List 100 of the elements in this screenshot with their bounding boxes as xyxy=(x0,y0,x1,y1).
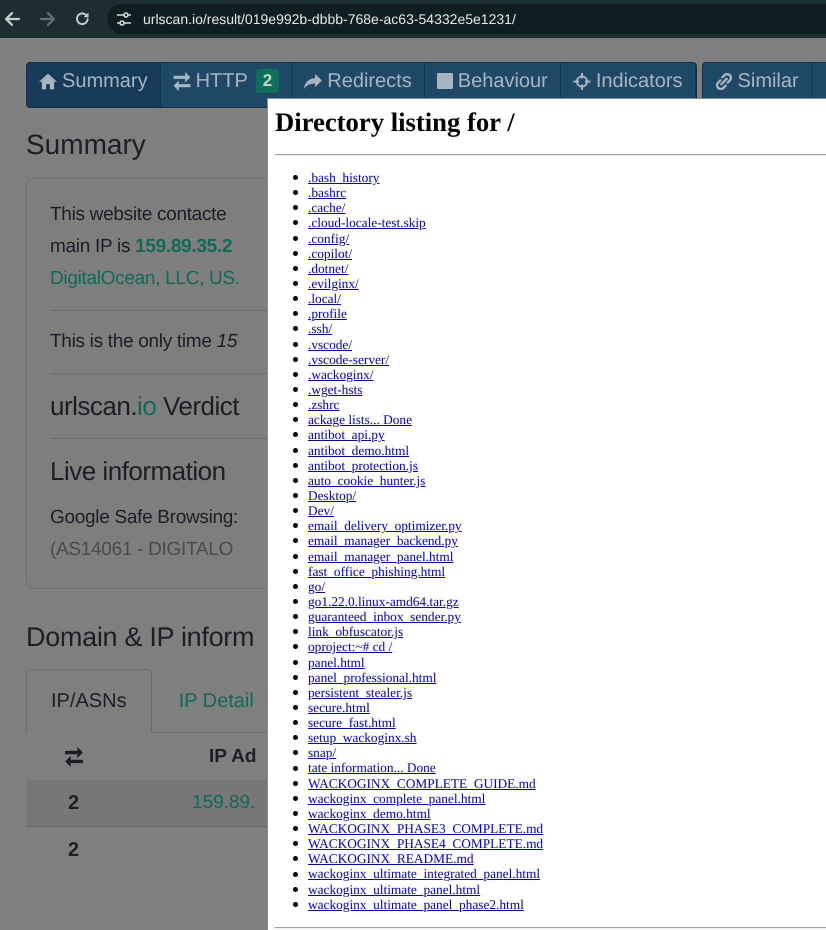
file-link[interactable]: snap/ xyxy=(308,745,336,760)
file-link[interactable]: ackage lists... Done xyxy=(308,412,412,428)
file-link[interactable]: email_manager_panel.html xyxy=(308,548,454,564)
file-link[interactable]: wackoginx_ultimate_panel_phase2.html xyxy=(308,896,524,912)
bullet-icon xyxy=(293,720,298,726)
tune-icon xyxy=(117,12,131,26)
section-heading: Domain & IP inform xyxy=(26,621,254,653)
section-heading: urlscan.io Verdict xyxy=(50,390,240,423)
nav-tab[interactable]: Summary xyxy=(27,63,161,107)
file-link[interactable]: .profile xyxy=(308,306,347,322)
bullet-icon xyxy=(293,902,298,907)
bullet-icon xyxy=(293,311,298,316)
file-link[interactable]: wackoginx_ultimate_integrated_panel.html xyxy=(308,866,540,882)
file-link[interactable]: WACKOGINX_PHASE4_COMPLETE.md xyxy=(308,836,544,852)
bullet-icon xyxy=(293,674,298,680)
bullet-icon xyxy=(293,872,298,877)
section-heading: Live information xyxy=(50,455,226,488)
file-link[interactable]: .vscode-server/ xyxy=(308,352,390,367)
bullet-icon xyxy=(293,629,298,634)
bullet-icon xyxy=(293,826,298,832)
bullet-icon xyxy=(293,236,298,241)
file-link[interactable]: .copilot/ xyxy=(308,246,352,261)
file-link[interactable]: link_obfuscator.js xyxy=(308,624,404,640)
file-link[interactable]: .local/ xyxy=(308,291,341,306)
bullet-icon xyxy=(293,599,298,604)
bullet-icon xyxy=(293,508,298,514)
file-link[interactable]: .cloud-locale-test.skip xyxy=(308,215,426,231)
bullet-icon xyxy=(293,432,298,438)
file-link[interactable]: oproject:~# cd / xyxy=(308,639,392,655)
reload-icon xyxy=(74,12,90,26)
bullet-icon xyxy=(293,478,298,483)
file-link[interactable]: .dotnet/ xyxy=(308,260,348,276)
bullet-icon xyxy=(293,342,298,347)
file-link[interactable]: go/ xyxy=(308,578,326,594)
home-icon xyxy=(39,72,57,90)
file-link[interactable]: email_manager_backend.py xyxy=(308,533,458,549)
bullet-icon xyxy=(293,766,298,771)
file-link[interactable]: .zshrc xyxy=(308,397,340,412)
bullet-icon xyxy=(293,356,298,362)
file-link[interactable]: guaranteed_inbox_sender.py xyxy=(308,609,461,624)
bullet-icon xyxy=(293,538,298,544)
bullet-icon xyxy=(293,735,298,740)
file-link[interactable]: .cache/ xyxy=(308,200,346,216)
bullet-icon xyxy=(293,266,298,271)
address-field[interactable]: urlscan.io/result/019e992b-dbbb-768e-ac63-54332e5e1231/ xyxy=(107,4,826,34)
file-link[interactable]: wackoginx_demo.html xyxy=(308,806,431,822)
bullet-icon xyxy=(293,690,298,695)
file-link[interactable]: go1.22.0.linux-amd64.tar.gz xyxy=(308,594,459,610)
tab[interactable]: IP/ASNs xyxy=(26,669,152,733)
section-heading: Summary xyxy=(26,130,146,160)
file-link[interactable]: tate information... Done xyxy=(308,760,436,776)
file-link[interactable]: auto_cookie_hunter.js xyxy=(308,472,426,488)
exchange-arrows-icon xyxy=(172,72,191,90)
file-link[interactable]: .bashrc xyxy=(308,185,346,200)
file-link[interactable]: .evilginx/ xyxy=(308,276,359,292)
page-title: Directory listing for / xyxy=(275,107,515,138)
bullet-icon xyxy=(293,841,298,846)
bullet-icon xyxy=(293,448,298,453)
file-link[interactable]: secure_fast.html xyxy=(308,715,396,730)
bullet-icon xyxy=(293,704,298,710)
bullet-icon xyxy=(293,190,298,196)
file-link[interactable]: WACKOGINX_README.md xyxy=(308,851,474,866)
back-arrow-icon xyxy=(4,12,20,26)
file-link[interactable]: .wackoginx/ xyxy=(308,366,374,382)
column-header: IP Ad xyxy=(208,746,257,768)
file-link[interactable]: Dev/ xyxy=(308,503,334,518)
share-arrow-icon xyxy=(304,72,322,90)
file-link[interactable]: panel_professional.html xyxy=(308,670,436,685)
bullet-icon xyxy=(293,568,298,574)
file-link[interactable]: wackoginx_complete_panel.html xyxy=(308,790,486,806)
file-link[interactable]: .wget-hsts xyxy=(308,382,362,398)
file-link[interactable]: .ssh/ xyxy=(308,321,332,337)
file-link[interactable]: wackoginx_ultimate_panel.html xyxy=(308,882,480,897)
file-link[interactable]: .vscode/ xyxy=(308,336,352,352)
file-link[interactable]: Desktop/ xyxy=(308,488,356,504)
bullet-icon xyxy=(293,796,298,801)
table-cell-text: 2 xyxy=(66,792,80,814)
bullet-icon xyxy=(293,296,298,302)
file-link[interactable]: WACKOGINX_PHASE3_COMPLETE.md xyxy=(308,821,544,836)
bullet-icon xyxy=(293,326,298,332)
file-link[interactable]: fast_office_phishing.html xyxy=(308,564,446,579)
count-badge: 2 xyxy=(256,69,280,93)
file-link[interactable]: panel.html xyxy=(308,654,365,670)
exchange-arrows-icon xyxy=(64,746,84,766)
file-link[interactable]: .config/ xyxy=(308,230,350,246)
file-link[interactable]: WACKOGINX_COMPLETE_GUIDE.md xyxy=(308,776,536,791)
bullet-icon xyxy=(293,402,298,408)
summary-text: This is the only time 15 xyxy=(50,330,238,354)
file-link[interactable]: .bash_history xyxy=(308,170,380,186)
file-link[interactable]: secure.html xyxy=(308,700,370,716)
summary-text: main IP is 159.89.35.2 xyxy=(50,235,232,259)
file-link[interactable]: antibot_protection.js xyxy=(308,458,418,473)
file-link[interactable]: antibot_api.py xyxy=(308,427,385,443)
file-link[interactable]: persistent_stealer.js xyxy=(308,684,412,700)
bullet-icon xyxy=(293,660,298,665)
file-link[interactable]: setup_wackoginx.sh xyxy=(308,730,416,746)
file-link[interactable]: antibot_demo.html xyxy=(308,442,410,458)
file-link[interactable]: email_delivery_optimizer.py xyxy=(308,518,462,534)
bullet-icon xyxy=(293,750,298,756)
bullet-icon xyxy=(293,205,298,210)
